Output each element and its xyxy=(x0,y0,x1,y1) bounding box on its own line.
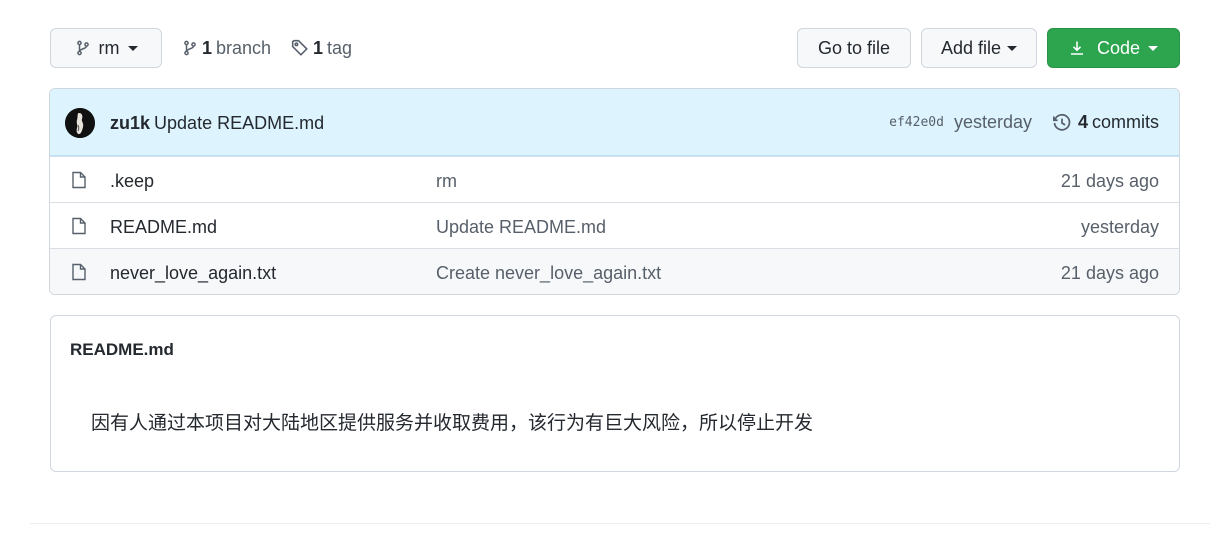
repo-toolbar: rm 1 branch 1 tag Go to file Add file Co… xyxy=(50,28,1180,68)
code-label: Code xyxy=(1096,37,1141,58)
code-button[interactable]: Code xyxy=(1047,28,1180,68)
tags-link[interactable]: 1 tag xyxy=(291,28,352,68)
branch-label: branch xyxy=(216,37,272,58)
add-file-label: Add file xyxy=(940,37,1002,58)
go-to-file-button[interactable]: Go to file xyxy=(797,28,911,68)
readme-body: 因有人通过本项目对大陆地区提供服务并收取费用，该行为有巨大风险，所以停止开发 xyxy=(91,413,814,434)
tag-label: tag xyxy=(327,37,353,58)
chevron-down-icon xyxy=(1007,45,1018,51)
file-icon xyxy=(72,171,86,189)
branch-select-button[interactable]: rm xyxy=(50,28,162,68)
file-age: 21 days ago xyxy=(1060,263,1159,283)
file-commit-message[interactable]: Update README.md xyxy=(436,217,606,238)
branches-link[interactable]: 1 branch xyxy=(182,28,271,68)
commit-meta: ef42e0d yesterday 4 commits xyxy=(889,89,1159,156)
history-icon xyxy=(1052,113,1071,131)
chevron-down-icon xyxy=(127,45,138,51)
file-icon xyxy=(72,263,86,281)
branch-name: rm xyxy=(98,37,120,58)
readme-panel: README.md 因有人通过本项目对大陆地区提供服务并收取费用，该行为有巨大风… xyxy=(50,315,1180,472)
go-to-file-label: Go to file xyxy=(817,37,891,58)
file-name[interactable]: never_love_again.txt xyxy=(110,263,276,284)
chevron-down-icon xyxy=(1148,45,1159,51)
file-commit-message[interactable]: rm xyxy=(436,171,457,192)
tag-count: 1 xyxy=(313,37,324,58)
file-browser: zu1k Update README.md ef42e0d yesterday 4… xyxy=(49,88,1180,295)
readme-title: README.md xyxy=(70,340,174,359)
file-row[interactable]: .keep rm 21 days ago xyxy=(50,156,1179,202)
commit-sha[interactable]: ef42e0d xyxy=(889,115,944,130)
file-commit-message[interactable]: Create never_love_again.txt xyxy=(436,263,661,284)
add-file-button[interactable]: Add file xyxy=(921,28,1037,68)
divider xyxy=(30,523,1210,524)
commit-author[interactable]: zu1k xyxy=(110,113,150,133)
tag-icon xyxy=(291,39,308,56)
commit-title[interactable]: Update README.md xyxy=(154,113,324,133)
branch-count: 1 xyxy=(202,37,213,58)
commits-count: 4 xyxy=(1077,112,1088,132)
file-age: yesterday xyxy=(1080,217,1159,237)
git-branch-icon xyxy=(76,40,89,56)
file-icon xyxy=(72,217,86,235)
commit-message: zu1k Update README.md xyxy=(110,113,324,134)
commit-time: yesterday xyxy=(953,112,1032,132)
git-branch-icon xyxy=(184,40,196,56)
file-row[interactable]: never_love_again.txt Create never_love_a… xyxy=(50,248,1179,294)
commits-link[interactable]: 4 commits xyxy=(1052,112,1159,133)
file-name[interactable]: .keep xyxy=(110,171,154,192)
file-age: 21 days ago xyxy=(1060,171,1159,191)
file-name[interactable]: README.md xyxy=(110,217,217,238)
latest-commit-bar: zu1k Update README.md ef42e0d yesterday 4… xyxy=(50,89,1179,156)
download-icon xyxy=(1070,41,1083,55)
avatar[interactable] xyxy=(65,108,95,138)
file-row[interactable]: README.md Update README.md yesterday xyxy=(50,202,1179,248)
commits-label: commits xyxy=(1092,112,1159,132)
